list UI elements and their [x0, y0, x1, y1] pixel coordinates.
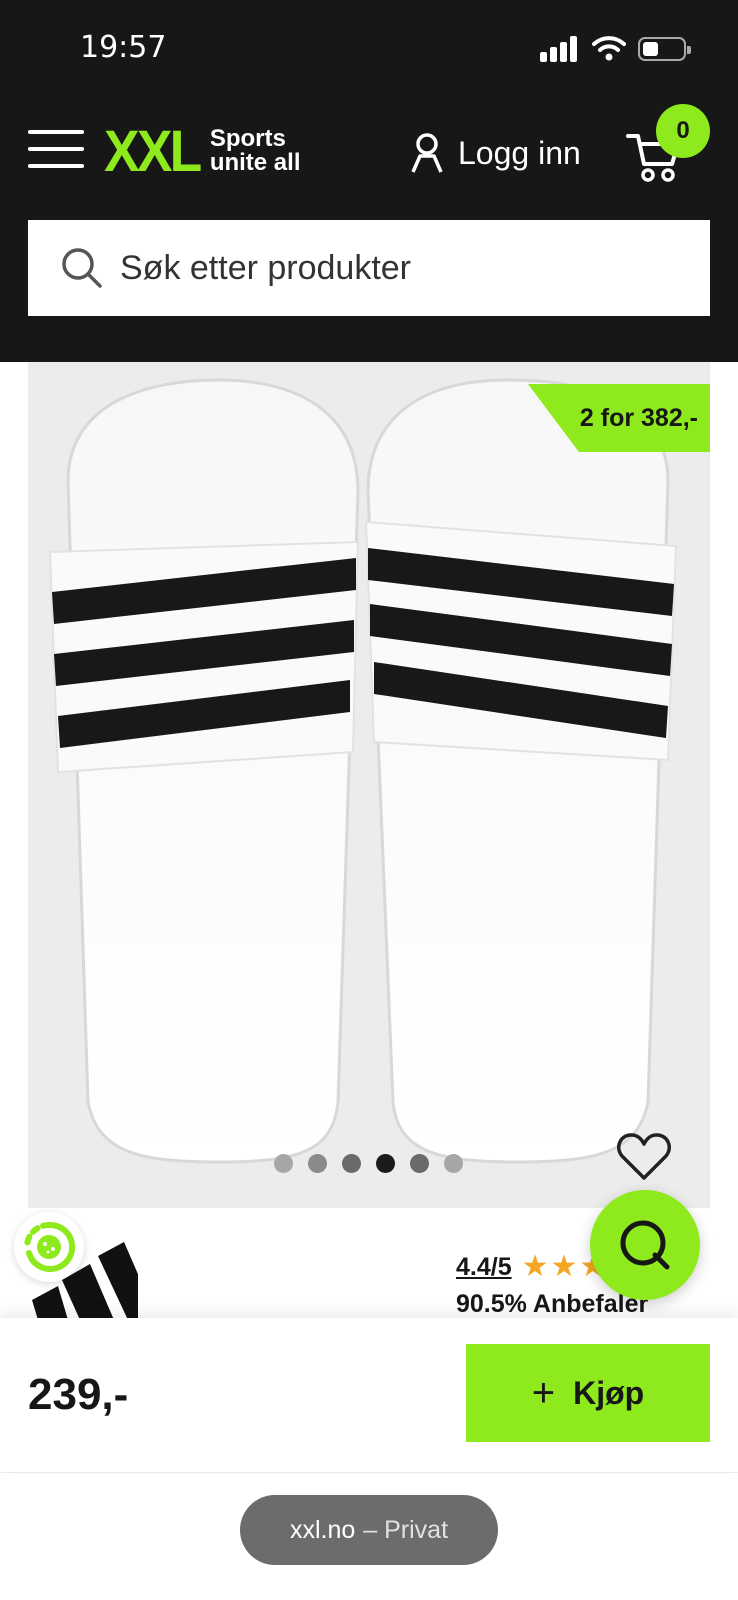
cookie-settings-icon[interactable]: [14, 1212, 84, 1282]
image-carousel-dots: [274, 1154, 463, 1173]
cart-count-badge[interactable]: 0: [656, 104, 710, 158]
signal-icon: [540, 36, 580, 62]
carousel-dot[interactable]: [308, 1154, 327, 1173]
logo-tagline: Sports unite all: [210, 127, 301, 175]
rating-score[interactable]: 4.4/5: [456, 1253, 512, 1282]
battery-icon: [638, 37, 691, 61]
browsing-mode: – Privat: [363, 1515, 449, 1544]
star-icon: ★: [521, 1250, 549, 1283]
wifi-icon: [592, 36, 626, 61]
chat-icon: [620, 1220, 670, 1270]
url-bar[interactable]: xxl.no – Privat: [240, 1495, 498, 1565]
carousel-dot[interactable]: [444, 1154, 463, 1173]
plus-icon: +: [531, 1371, 556, 1415]
login-button[interactable]: Logg inn: [410, 128, 581, 178]
chat-button[interactable]: [590, 1190, 700, 1300]
product-image[interactable]: [28, 362, 710, 1208]
url-domain: xxl.no: [289, 1515, 356, 1544]
search-input[interactable]: [120, 248, 680, 288]
logo-wordmark: XXL: [104, 118, 202, 184]
carousel-dot[interactable]: [342, 1154, 361, 1173]
login-label: Logg inn: [458, 134, 581, 171]
slides-photo: [48, 378, 678, 1164]
recommend-percentage: 90.5% Anbefaler: [456, 1290, 649, 1318]
browser-toolbar: xxl.no – Privat: [0, 1472, 738, 1600]
heart-icon[interactable]: [616, 1132, 672, 1182]
product-price: 239,-: [28, 1370, 129, 1419]
status-bar: 19:57: [0, 0, 738, 100]
status-time: 19:57: [80, 30, 167, 65]
cookie-icon: [24, 1221, 76, 1272]
buy-button[interactable]: + Kjøp: [466, 1344, 710, 1442]
promo-badge-text: 2 for 382,-: [579, 403, 698, 432]
user-icon: [411, 133, 443, 173]
menu-icon[interactable]: [28, 130, 84, 170]
carousel-dot[interactable]: [274, 1154, 293, 1173]
logo-tagline-line1: Sports: [209, 125, 286, 152]
buy-bar: 239,- + Kjøp: [0, 1318, 738, 1472]
site-logo[interactable]: XXL Sports unite all: [104, 118, 301, 184]
carousel-dot[interactable]: [410, 1154, 429, 1173]
site-header: 19:57 XXL Sports unite all Logg inn 0 Sø…: [0, 0, 738, 362]
logo-tagline-line2: unite all: [209, 149, 301, 176]
carousel-dot-active[interactable]: [376, 1154, 395, 1173]
buy-label: Kjøp: [573, 1374, 645, 1411]
star-icon: ★: [550, 1250, 578, 1283]
search-bar[interactable]: [28, 220, 710, 316]
search-icon: [62, 248, 102, 288]
